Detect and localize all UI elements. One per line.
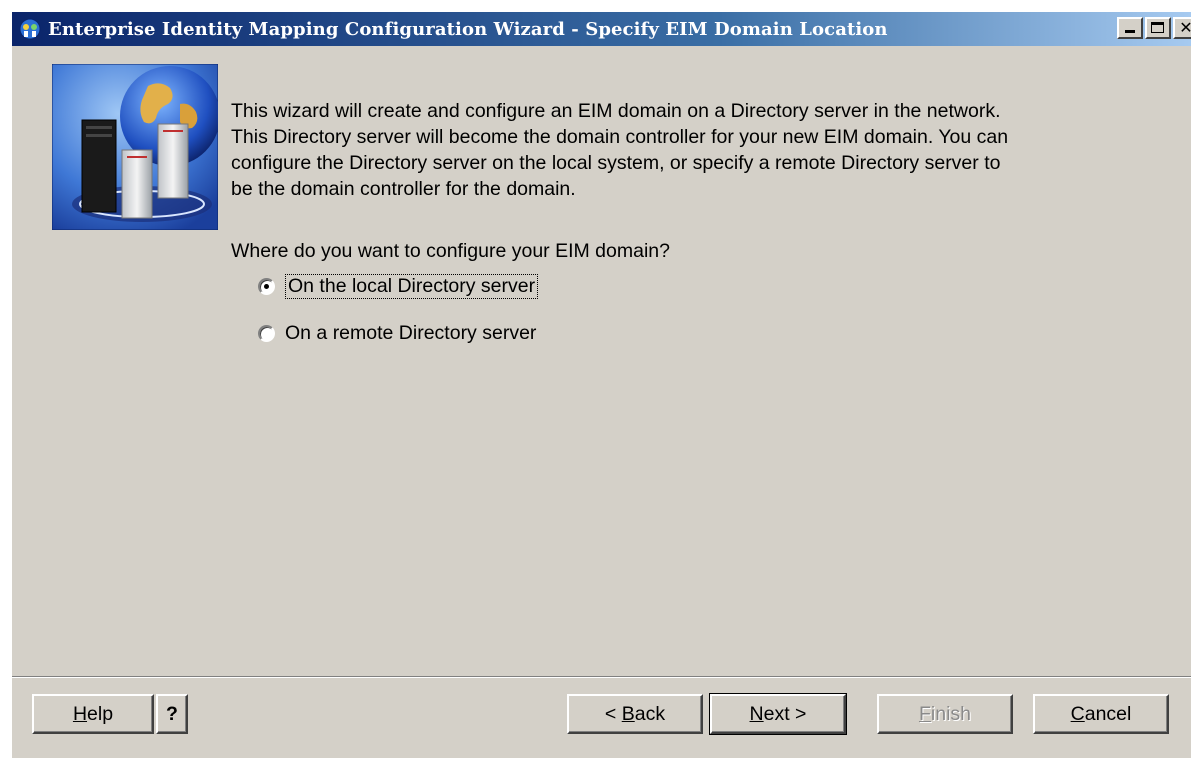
radio-button-unselected[interactable] [258,325,275,342]
minimize-icon[interactable] [1117,17,1143,39]
wizard-window: Enterprise Identity Mapping Configuratio… [10,10,1191,758]
radio-remote-directory[interactable]: On a remote Directory server [258,322,536,345]
intro-line: configure the Directory server on the lo… [231,152,1001,174]
help-question-button[interactable]: ? [156,694,188,734]
next-label-rest: ext > [763,702,807,725]
finish-mnemonic: F [918,702,931,725]
radio-local-label[interactable]: On the local Directory server [285,274,539,299]
close-icon[interactable]: ✕ [1173,17,1191,39]
radio-remote-label[interactable]: On a remote Directory server [285,322,536,345]
back-label-rest: ack [634,702,666,725]
help-button[interactable]: Help [32,694,154,734]
back-mnemonic: B [621,702,635,725]
title-bar[interactable]: Enterprise Identity Mapping Configuratio… [12,12,1191,46]
help-label-rest: elp [87,702,114,725]
maximize-icon[interactable] [1145,17,1171,39]
finish-label-rest: inish [930,702,972,725]
help-mnemonic: H [72,702,88,725]
finish-button[interactable]: Finish [877,694,1013,734]
intro-line: be the domain controller for the domain. [231,178,576,200]
intro-text: This wizard will create and configure an… [231,98,1191,202]
next-button[interactable]: Next > [709,693,847,735]
cancel-label-rest: ancel [1084,702,1132,725]
button-bar-separator [12,676,1191,678]
radio-local-directory[interactable]: On the local Directory server [258,274,539,299]
cancel-mnemonic: C [1070,702,1085,725]
next-mnemonic: N [749,702,764,725]
cancel-button[interactable]: Cancel [1033,694,1169,734]
eim-wizard-icon [18,17,42,41]
intro-line: This Directory server will become the do… [231,126,1009,148]
domain-location-question: Where do you want to configure your EIM … [231,240,670,262]
window-controls: ✕ [1115,17,1191,39]
back-prefix: < [604,702,622,725]
wizard-illustration [51,63,220,231]
intro-line: This wizard will create and configure an… [231,100,1001,122]
back-button[interactable]: < Back [567,694,703,734]
radio-button-selected[interactable] [258,278,275,295]
window-title: Enterprise Identity Mapping Configuratio… [48,18,888,40]
